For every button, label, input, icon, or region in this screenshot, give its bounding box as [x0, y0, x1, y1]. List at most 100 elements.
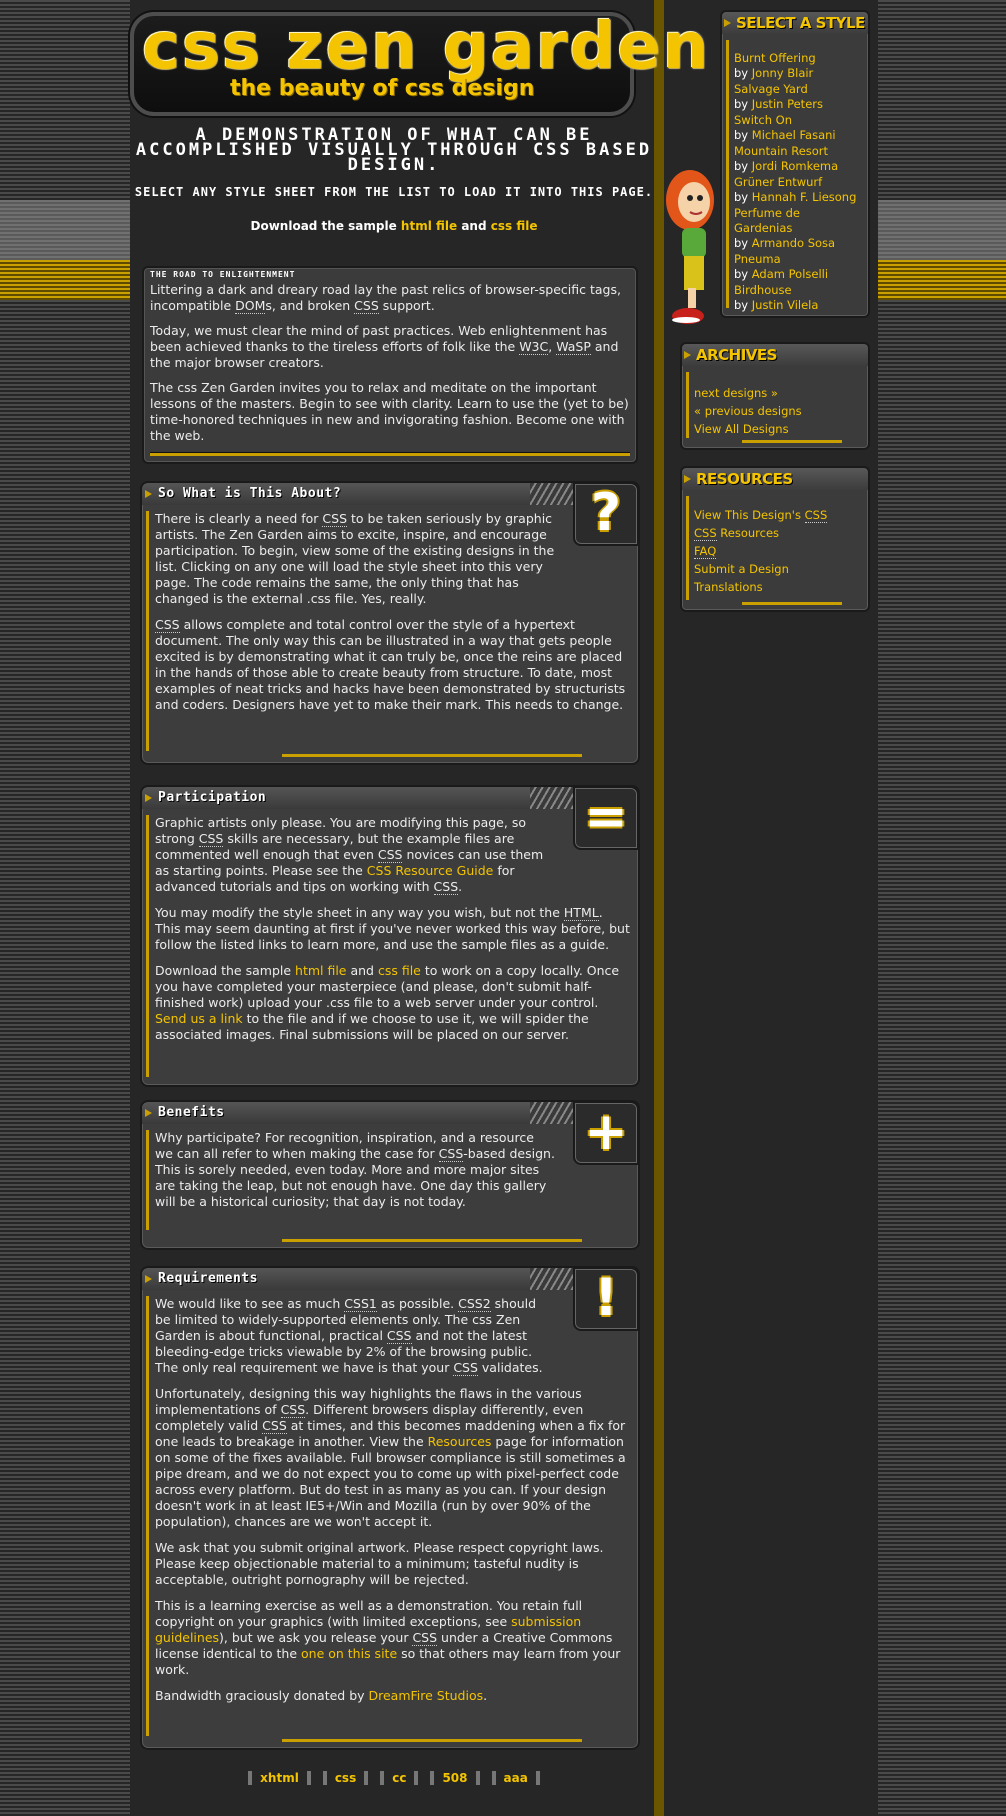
text: . [458, 879, 463, 894]
benefits-title: Benefits [158, 1105, 225, 1120]
preamble-title: The Road to Enlightenment [150, 270, 296, 279]
download-html-link[interactable]: html file [401, 219, 457, 233]
requirements-paragraph: Bandwidth graciously donated by DreamFir… [155, 1688, 630, 1704]
footer-link-aaa[interactable]: aaa [491, 1771, 540, 1785]
send-us-a-link[interactable]: Send us a link [155, 1011, 243, 1026]
view-design-css-link[interactable]: View This Design's CSS [694, 508, 828, 523]
box-footer-bar [742, 440, 842, 443]
css-resources-link[interactable]: CSS Resources [694, 526, 779, 541]
design-name-link[interactable]: Salvage Yard [734, 82, 808, 96]
design-name-link[interactable]: Switch On [734, 113, 792, 127]
preamble-paragraph: The css Zen Garden invites you to relax … [150, 380, 629, 443]
design-author-link[interactable]: Michael Fasani [752, 128, 836, 142]
text: support. [378, 298, 435, 313]
box-footer-bar [742, 602, 842, 605]
submit-design-link[interactable]: Submit a Design [694, 562, 789, 576]
one-on-this-site-link[interactable]: one on this site [301, 1646, 397, 1661]
preamble-underline [150, 452, 630, 456]
abbr-css2: CSS2 [458, 1296, 491, 1312]
text: ), but we ask you release your [219, 1630, 413, 1645]
design-item: Grüner Entwurf by Hannah F. Liesong [734, 175, 856, 205]
requirements-paragraph: Unfortunately, designing this way highli… [155, 1386, 630, 1530]
css-resource-guide-link[interactable]: CSS Resource Guide [367, 863, 494, 878]
by-label: by [734, 159, 752, 173]
participation-paragraph: Download the sample html file and css fi… [155, 963, 630, 1043]
section-header: Benefits [142, 1102, 636, 1124]
text: and [346, 963, 378, 978]
resource-item: FAQ [694, 542, 827, 560]
css-file-link[interactable]: css file [378, 963, 421, 978]
footer-link-css[interactable]: css [322, 1771, 369, 1785]
design-name-link[interactable]: Grüner Entwurf [734, 175, 822, 189]
preamble-body: Littering a dark and dreary road lay the… [150, 282, 630, 453]
resources-list: View This Design's CSS CSS Resources FAQ… [694, 506, 828, 596]
design-author-link[interactable]: Justin Vilela [752, 298, 819, 312]
design-author-link[interactable]: Armando Sosa [752, 236, 835, 250]
resource-item: CSS Resources [694, 524, 827, 542]
design-item: Perfume de Gardenias by Armando Sosa [734, 206, 854, 251]
footer-link-xhtml[interactable]: xhtml [248, 1771, 311, 1785]
design-item: Burnt Offering by Jonny Blair [734, 51, 856, 81]
by-label: by [734, 298, 752, 312]
design-name-link[interactable]: Burnt Offering [734, 51, 816, 65]
summary-select-line: Select any style sheet from the list to … [134, 185, 654, 199]
preamble-paragraph: Today, we must clear the mind of past pr… [150, 323, 630, 371]
next-designs-link[interactable]: next designs » [694, 386, 778, 400]
design-item: Mountain Resort by Jordi Romkema [734, 144, 856, 174]
section-header: Participation [142, 787, 636, 809]
section-footer-bar [282, 754, 582, 757]
design-name-link[interactable]: Perfume de Gardenias [734, 206, 800, 235]
box-left-bar [686, 496, 689, 600]
abbr-css: CSS [694, 526, 717, 541]
download-prefix: Download the sample [250, 219, 401, 233]
abbr-w3c: W3C [519, 339, 549, 355]
download-css-link[interactable]: css file [491, 219, 538, 233]
abbr-html: HTML [563, 905, 599, 921]
view-all-designs-link[interactable]: View All Designs [694, 422, 789, 436]
by-label: by [734, 267, 752, 281]
footer-link-508[interactable]: 508 [430, 1771, 480, 1785]
footer: xhtml css cc 508 aaa [130, 1771, 658, 1785]
abbr-css: CSS [322, 511, 348, 527]
abbr-css: CSS [354, 298, 379, 314]
footer-link-cc[interactable]: cc [380, 1771, 419, 1785]
requirements-body: We would like to see as much CSS1 as pos… [155, 1296, 630, 1714]
design-author-link[interactable]: Justin Peters [752, 97, 823, 111]
design-name-link[interactable]: Mountain Resort [734, 144, 828, 158]
design-author-link[interactable]: Jonny Blair [752, 66, 814, 80]
resources-link[interactable]: Resources [428, 1434, 492, 1449]
html-file-link[interactable]: html file [295, 963, 346, 978]
faq-link[interactable]: FAQ [694, 544, 717, 559]
by-label: by [734, 66, 752, 80]
design-author-link[interactable]: Adam Polselli [752, 267, 828, 281]
translations-link[interactable]: Translations [694, 580, 763, 594]
archive-item: « previous designs [694, 402, 802, 420]
design-author-link[interactable]: Jordi Romkema [752, 159, 838, 173]
archives-list: next designs » « previous designs View A… [694, 384, 802, 438]
summary: A demonstration of what can be accomplis… [130, 127, 658, 234]
dreamfire-studios-link[interactable]: DreamFire Studios [369, 1688, 484, 1703]
section-header: So What is This About? [142, 483, 636, 505]
preamble-section: The Road to Enlightenment Littering a da… [142, 266, 638, 464]
select-style-box: Select a Style Burnt Offering by Jonny Bl… [720, 10, 870, 318]
participation-section: Participation = Graphic artists only ple… [140, 785, 640, 1087]
design-list: Burnt Offering by Jonny Blair Salvage Yar… [734, 51, 856, 314]
archives-title: Archives [696, 346, 777, 364]
logo-title: css zen garden [142, 10, 711, 84]
requirements-paragraph: This is a learning exercise as well as a… [155, 1598, 630, 1678]
design-author-link[interactable]: Hannah F. Liesong [752, 190, 857, 204]
text: Bandwidth graciously donated by [155, 1688, 369, 1703]
section-footer-bar [282, 1739, 582, 1742]
design-name-link[interactable]: Pneuma [734, 252, 781, 266]
archives-box: Archives next designs » « previous desig… [680, 342, 870, 450]
arrow-icon [684, 351, 691, 359]
resource-item: Translations [694, 578, 827, 596]
benefits-paragraph: Why participate? For recognition, inspir… [155, 1130, 555, 1210]
abbr-css: CSS [433, 879, 459, 895]
design-name-link[interactable]: Birdhouse [734, 283, 792, 297]
participation-title: Participation [158, 790, 267, 805]
previous-designs-link[interactable]: « previous designs [694, 404, 802, 418]
arrow-icon [145, 1275, 152, 1283]
cartoon-girl-illustration [666, 170, 714, 324]
arrow-icon [684, 475, 691, 483]
